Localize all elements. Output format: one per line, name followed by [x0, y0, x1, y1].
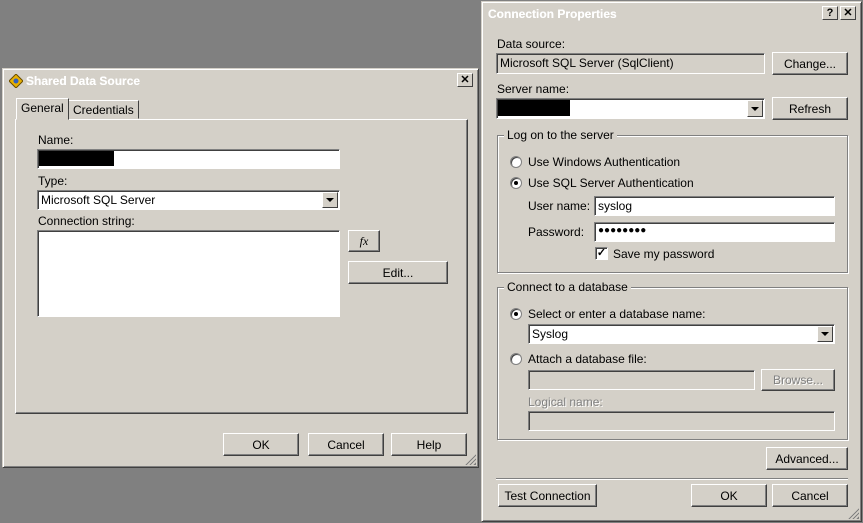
ok-button[interactable]: OK	[223, 433, 299, 456]
test-connection-button[interactable]: Test Connection	[498, 484, 597, 507]
database-name-dropdown[interactable]: Syslog	[528, 324, 835, 344]
sql-auth-radio[interactable]	[510, 177, 522, 189]
connection-properties-window: Connection Properties ? ✕ Data source: M…	[481, 1, 862, 522]
select-database-label[interactable]: Select or enter a database name:	[528, 307, 705, 321]
tab-credentials[interactable]: Credentials	[68, 100, 139, 119]
shared-data-source-window: Shared Data Source ✕ General Credentials…	[2, 68, 479, 468]
connect-database-group: Connect to a database Select or enter a …	[497, 280, 848, 440]
name-label: Name:	[38, 133, 74, 147]
resize-grip-icon[interactable]	[847, 507, 859, 519]
server-name-dropdown[interactable]	[496, 98, 765, 119]
data-source-label: Data source:	[497, 37, 566, 51]
connection-string-label: Connection string:	[38, 214, 135, 228]
app-icon	[8, 73, 24, 89]
chevron-down-icon[interactable]	[322, 192, 338, 208]
change-button[interactable]: Change...	[772, 52, 848, 75]
type-label: Type:	[38, 174, 68, 188]
fx-icon: fx	[359, 233, 369, 248]
cancel-button[interactable]: Cancel	[772, 484, 848, 507]
log-on-group: Log on to the server Use Windows Authent…	[497, 128, 848, 273]
tab-credentials-label: Credentials	[73, 103, 134, 117]
windows-auth-radio[interactable]	[510, 156, 522, 168]
connect-database-group-title: Connect to a database	[504, 280, 631, 294]
chevron-down-icon[interactable]	[817, 326, 833, 342]
sql-auth-label[interactable]: Use SQL Server Authentication	[528, 176, 694, 190]
log-on-group-title: Log on to the server	[504, 128, 617, 142]
tab-general[interactable]: General	[16, 98, 69, 120]
data-source-field: Microsoft SQL Server (SqlClient)	[496, 53, 765, 74]
attach-database-label[interactable]: Attach a database file:	[528, 352, 647, 366]
logical-name-input	[528, 411, 835, 431]
connection-string-textarea[interactable]	[37, 230, 340, 317]
password-input[interactable]: ●●●●●●●●	[594, 222, 835, 242]
server-name-label: Server name:	[497, 82, 570, 96]
user-name-input[interactable]: syslog	[594, 196, 835, 216]
footer-divider	[496, 478, 848, 480]
browse-button-label: Browse...	[772, 373, 823, 387]
tab-general-label: General	[21, 101, 64, 115]
save-password-label[interactable]: Save my password	[613, 247, 714, 261]
type-value: Microsoft SQL Server	[41, 193, 156, 207]
edit-button[interactable]: Edit...	[348, 261, 448, 284]
password-value: ●●●●●●●●	[598, 225, 647, 236]
windows-auth-label[interactable]: Use Windows Authentication	[528, 155, 680, 169]
advanced-button-label: Advanced...	[775, 451, 839, 466]
change-button-label: Change...	[783, 56, 837, 71]
help-icon[interactable]: ?	[822, 6, 838, 20]
redacted-server-name	[498, 100, 570, 116]
database-name-value: Syslog	[532, 327, 569, 341]
advanced-button[interactable]: Advanced...	[766, 447, 848, 470]
close-icon[interactable]: ✕	[840, 6, 856, 20]
password-label: Password:	[528, 225, 585, 239]
user-name-value: syslog	[598, 199, 633, 213]
cancel-button-label: Cancel	[791, 488, 829, 503]
data-source-value: Microsoft SQL Server (SqlClient)	[500, 56, 674, 70]
browse-button: Browse...	[761, 369, 835, 391]
save-password-checkbox[interactable]: ✓	[595, 247, 608, 260]
refresh-button[interactable]: Refresh	[772, 97, 848, 120]
name-field[interactable]	[37, 149, 340, 169]
expression-button[interactable]: fx	[348, 230, 380, 252]
resize-grip-icon[interactable]	[464, 453, 476, 465]
help-button[interactable]: Help	[391, 433, 467, 456]
help-button-label: Help	[416, 437, 442, 452]
test-connection-label: Test Connection	[504, 488, 591, 503]
chevron-down-icon[interactable]	[747, 100, 763, 117]
shared-data-source-titlebar[interactable]: Shared Data Source ✕	[6, 72, 475, 90]
redacted-name	[39, 151, 114, 166]
ok-button-label: OK	[720, 488, 738, 503]
window-title: Connection Properties	[488, 7, 617, 21]
cancel-button[interactable]: Cancel	[308, 433, 384, 456]
connection-properties-titlebar[interactable]: Connection Properties ? ✕	[485, 5, 858, 23]
ok-button-label: OK	[252, 437, 270, 452]
close-icon[interactable]: ✕	[457, 73, 473, 87]
user-name-label: User name:	[528, 199, 591, 213]
cancel-button-label: Cancel	[327, 437, 365, 452]
logical-name-label: Logical name:	[528, 395, 603, 409]
type-dropdown[interactable]: Microsoft SQL Server	[37, 190, 340, 210]
attach-database-radio[interactable]	[510, 353, 522, 365]
refresh-button-label: Refresh	[788, 101, 832, 116]
edit-button-label: Edit...	[382, 265, 414, 280]
general-tab-panel: Name: Type: Microsoft SQL Server Connect…	[15, 119, 468, 414]
ok-button[interactable]: OK	[691, 484, 767, 507]
select-database-radio[interactable]	[510, 308, 522, 320]
attach-database-input	[528, 370, 755, 390]
window-title: Shared Data Source	[26, 74, 141, 88]
